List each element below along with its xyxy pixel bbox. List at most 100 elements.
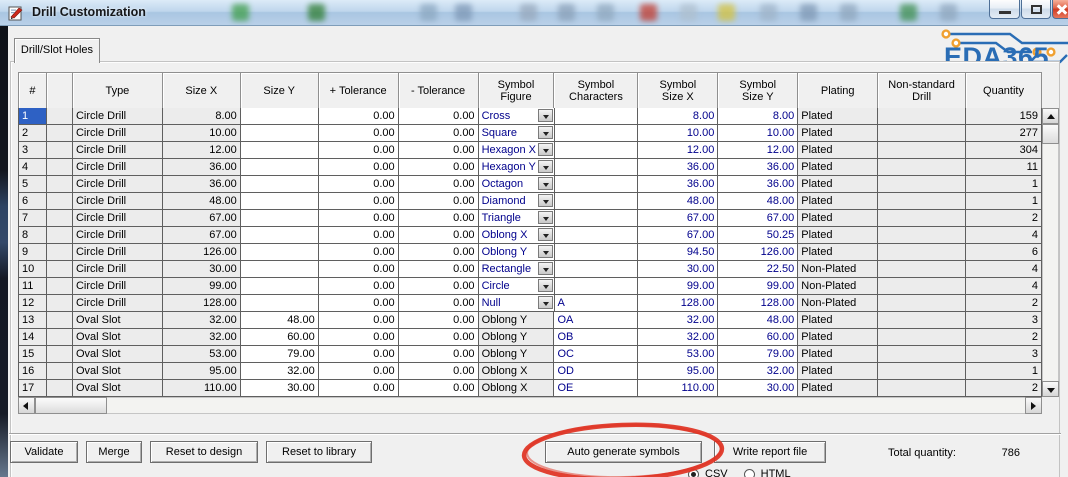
cell[interactable]: Circle Drill: [72, 295, 163, 312]
cell[interactable]: 14: [19, 329, 47, 346]
cell[interactable]: 0.00: [398, 261, 479, 278]
cell[interactable]: [46, 142, 73, 159]
cell[interactable]: [554, 125, 639, 142]
cell[interactable]: [46, 380, 73, 397]
close-button[interactable]: [1052, 0, 1068, 19]
cell[interactable]: 53.00: [638, 346, 719, 363]
horizontal-scrollbar[interactable]: [18, 397, 1042, 414]
cell[interactable]: 48.00: [162, 193, 241, 210]
scroll-up-button[interactable]: [1042, 108, 1059, 124]
cell[interactable]: 0.00: [318, 108, 399, 125]
cell[interactable]: 0.00: [318, 142, 399, 159]
cell[interactable]: 12.00: [162, 142, 241, 159]
cell[interactable]: 159: [966, 108, 1043, 125]
cell[interactable]: [46, 227, 73, 244]
cell[interactable]: [46, 312, 73, 329]
cell[interactable]: 36.00: [718, 176, 799, 193]
cell[interactable]: [240, 176, 319, 193]
cell[interactable]: Oval Slot: [72, 346, 163, 363]
cell[interactable]: Oblong Y: [478, 244, 555, 261]
cell[interactable]: 126.00: [718, 244, 799, 261]
column-header[interactable]: Non-standard Drill: [878, 73, 967, 109]
cell[interactable]: 0.00: [398, 346, 479, 363]
cell[interactable]: [878, 380, 967, 397]
cell[interactable]: 60.00: [240, 329, 319, 346]
column-header[interactable]: Plating: [798, 73, 879, 109]
cell[interactable]: 9: [19, 244, 47, 261]
cell[interactable]: [240, 278, 319, 295]
cell[interactable]: [554, 108, 639, 125]
cell[interactable]: [554, 142, 639, 159]
cell[interactable]: 48.00: [638, 193, 719, 210]
cell[interactable]: 1: [966, 363, 1042, 380]
cell[interactable]: [46, 176, 73, 193]
cell[interactable]: 13: [19, 312, 47, 329]
cell[interactable]: [240, 159, 319, 176]
merge-button[interactable]: Merge: [86, 441, 142, 463]
cell[interactable]: 8.00: [638, 108, 719, 125]
cell[interactable]: [554, 278, 639, 295]
dropdown-button[interactable]: [537, 126, 553, 139]
csv-radio[interactable]: [688, 468, 699, 477]
cell[interactable]: 6: [19, 193, 47, 210]
cell[interactable]: 0.00: [318, 329, 399, 346]
cell[interactable]: 12.00: [718, 142, 799, 159]
cell[interactable]: [554, 227, 639, 244]
cell[interactable]: 128.00: [162, 295, 241, 312]
cell[interactable]: [554, 159, 639, 176]
scroll-left-button[interactable]: [18, 397, 35, 414]
cell[interactable]: Hexagon Y: [478, 159, 555, 176]
cell[interactable]: 110.00: [638, 380, 719, 397]
cell[interactable]: 110.00: [162, 380, 241, 397]
cell[interactable]: 12: [19, 295, 47, 312]
column-header[interactable]: Quantity: [966, 73, 1042, 109]
cell[interactable]: [240, 295, 319, 312]
cell[interactable]: 22.50: [718, 261, 799, 278]
cell[interactable]: [240, 193, 319, 210]
cell[interactable]: 128.00: [638, 295, 719, 312]
cell[interactable]: 0.00: [398, 125, 479, 142]
cell[interactable]: 30.00: [162, 261, 241, 278]
cell[interactable]: Plated: [798, 125, 879, 142]
cell[interactable]: 12.00: [638, 142, 719, 159]
cell[interactable]: Plated: [798, 363, 879, 380]
cell[interactable]: [46, 210, 73, 227]
cell[interactable]: [240, 125, 319, 142]
cell[interactable]: 0.00: [398, 380, 479, 397]
cell[interactable]: 10.00: [162, 125, 241, 142]
cell[interactable]: 32.00: [638, 329, 719, 346]
cell[interactable]: [878, 159, 967, 176]
cell[interactable]: 0.00: [398, 142, 479, 159]
vertical-scroll-thumb[interactable]: [1042, 124, 1059, 144]
cell[interactable]: Non-Plated: [798, 261, 879, 278]
cell[interactable]: 1: [966, 176, 1043, 193]
cell[interactable]: 126.00: [162, 244, 241, 261]
cell[interactable]: Non-Plated: [798, 295, 879, 312]
horizontal-scroll-thumb[interactable]: [35, 397, 107, 414]
cell[interactable]: 0.00: [398, 193, 479, 210]
cell[interactable]: Oblong X: [478, 363, 555, 380]
cell[interactable]: 10.00: [718, 125, 799, 142]
cell[interactable]: 0.00: [318, 295, 399, 312]
cell[interactable]: Rectangle: [478, 261, 555, 278]
column-header[interactable]: - Tolerance: [398, 73, 479, 109]
cell[interactable]: OD: [554, 363, 639, 380]
dropdown-button[interactable]: [537, 228, 553, 241]
cell[interactable]: Oval Slot: [72, 312, 163, 329]
cell[interactable]: [46, 193, 73, 210]
cell[interactable]: [878, 295, 967, 312]
cell[interactable]: [878, 125, 967, 142]
cell[interactable]: 0.00: [318, 227, 399, 244]
dropdown-button[interactable]: [537, 245, 553, 258]
cell[interactable]: 5: [19, 176, 47, 193]
cell[interactable]: 6: [966, 244, 1043, 261]
dropdown-button[interactable]: [537, 177, 553, 190]
cell[interactable]: 67.00: [162, 210, 241, 227]
cell[interactable]: 3: [19, 142, 47, 159]
cell[interactable]: [46, 261, 73, 278]
cell[interactable]: Plated: [798, 193, 879, 210]
cell[interactable]: Plated: [798, 176, 879, 193]
cell[interactable]: 0.00: [398, 363, 479, 380]
maximize-button[interactable]: [1021, 0, 1051, 19]
cell[interactable]: 277: [966, 125, 1043, 142]
